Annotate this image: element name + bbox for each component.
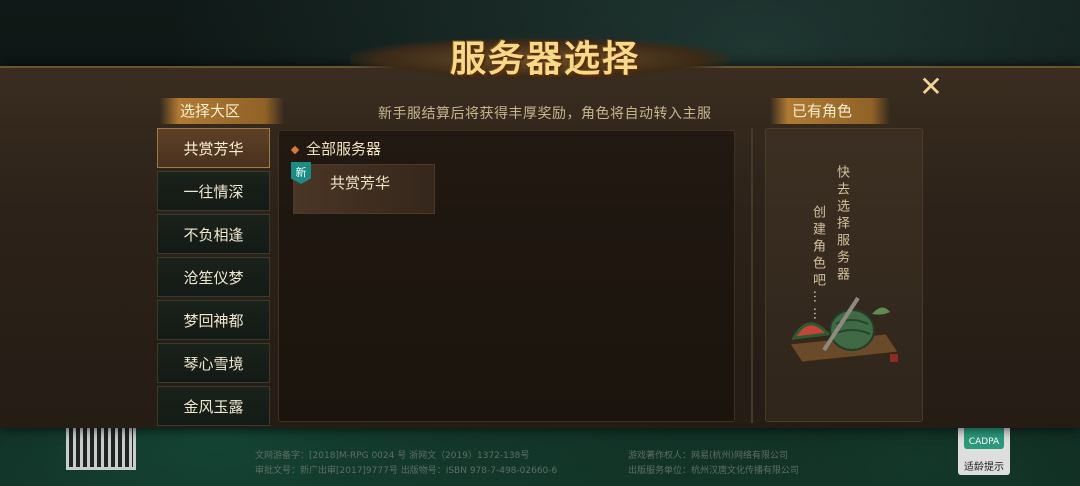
panel-divider — [751, 128, 753, 423]
age-rating-label: 适龄提示 — [964, 462, 1004, 473]
zone-item[interactable]: 琴心雪境 — [157, 343, 270, 383]
roles-hint-line1: 快去选择服务器 — [834, 165, 849, 284]
newbie-server-notice: 新手服结算后将获得丰厚奖励，角色将自动转入主服 — [378, 106, 712, 122]
zone-list: 共赏芳华 一往情深 不负相逢 沧笙仪梦 梦回神都 琴心雪境 金风玉露 — [157, 128, 270, 429]
all-servers-text: 全部服务器 — [306, 140, 382, 158]
roles-header: 已有角色 — [770, 98, 890, 124]
server-card[interactable]: 新 共赏芳华 — [291, 162, 435, 214]
zone-item[interactable]: 沧笙仪梦 — [157, 257, 270, 297]
footer-line: 出版服务单位：杭州汉唐文化传播有限公司 — [628, 466, 800, 476]
footer-line: 文网游备字：[2018]M-RPG 0024 号 浙网文（2019）1372-1… — [255, 451, 530, 461]
zone-item[interactable]: 梦回神都 — [157, 300, 270, 340]
footer-line: 游戏著作权人：网易(杭州)网络有限公司 — [628, 451, 789, 461]
zone-item[interactable]: 一往情深 — [157, 171, 270, 211]
zone-header: 选择大区 — [160, 98, 284, 124]
zone-item[interactable]: 金风玉露 — [157, 386, 270, 426]
zone-item[interactable]: 共赏芳华 — [157, 128, 270, 168]
footer-line: 审批文号：新广出审[2017]9777号 出版物号：ISBN 978-7-498… — [255, 466, 558, 476]
all-servers-label: 全部服务器 — [290, 138, 382, 159]
diamond-bullet-icon — [290, 145, 300, 154]
new-badge-icon: 新 — [291, 162, 311, 184]
watermelon-illustration-icon — [789, 296, 899, 363]
close-icon[interactable]: ✕ — [916, 72, 946, 102]
dialog-title: 服务器选择 — [449, 39, 640, 80]
server-name: 共赏芳华 — [330, 174, 391, 192]
zone-item[interactable]: 不负相逢 — [157, 214, 270, 254]
footer-license-right: 游戏著作权人：网易(杭州)网络有限公司 出版服务单位：杭州汉唐文化传播有限公司 — [628, 449, 799, 479]
footer-license-left: 文网游备字：[2018]M-RPG 0024 号 浙网文（2019）1372-1… — [255, 449, 557, 479]
